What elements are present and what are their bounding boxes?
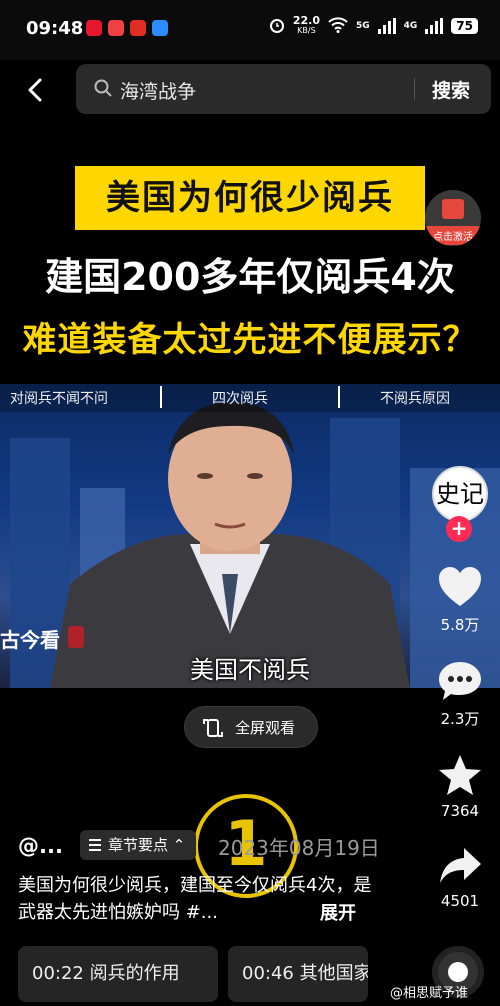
chapters-button-label: 章节要点 xyxy=(108,836,169,854)
signal-5g-icon xyxy=(377,18,396,34)
battery-indicator: 75 xyxy=(451,18,478,34)
share-button[interactable]: 4501 xyxy=(420,846,500,910)
video-watermark: 古今看 xyxy=(0,628,60,652)
like-count: 5.8万 xyxy=(440,616,480,634)
search-input[interactable]: 海湾战争 xyxy=(120,77,196,104)
alarm-icon xyxy=(269,17,285,36)
status-right: 22.0 KB/S 5G 4G 75 xyxy=(269,15,478,36)
status-bar: 09:48 22.0 KB/S 5G 4G 75 xyxy=(0,0,500,60)
search-button[interactable]: 搜索 xyxy=(432,76,470,103)
like-button[interactable]: 5.8万 xyxy=(420,566,500,635)
chapter-tab[interactable]: 对阅兵不闻不问 xyxy=(10,388,108,408)
speaker-figure xyxy=(50,402,410,688)
status-time: 09:48 xyxy=(26,18,84,39)
favorite-button[interactable]: 7364 xyxy=(420,754,500,820)
fullscreen-button[interactable]: 全屏观看 xyxy=(184,706,318,748)
search-divider xyxy=(414,78,415,100)
network-speed-unit: KB/S xyxy=(297,26,316,35)
favorite-count: 7364 xyxy=(440,802,480,820)
chapter-tabs-bar: 对阅兵不闻不问 四次阅兵 不阅兵原因 xyxy=(0,384,500,412)
comment-icon xyxy=(437,662,483,706)
author-name[interactable]: @... xyxy=(18,834,63,858)
fullscreen-icon xyxy=(203,718,223,742)
phone-icon xyxy=(152,20,168,36)
promo-label: 点击激活 xyxy=(425,226,481,245)
search-bar[interactable]: 海湾战争 搜索 xyxy=(76,64,491,114)
wifi-icon xyxy=(328,16,348,36)
chapter-tab[interactable]: 不阅兵原因 xyxy=(380,388,450,408)
heart-icon xyxy=(437,567,483,612)
chevron-up-icon: ⌃ xyxy=(172,836,186,854)
chapter-chip[interactable]: 00:22 阅兵的作用 xyxy=(18,946,218,1002)
video-title-banner: 美国为何很少阅兵 xyxy=(75,166,425,230)
share-arrow-icon xyxy=(438,848,482,890)
network-speed: 22.0 KB/S xyxy=(293,15,320,36)
signal-4g-icon xyxy=(425,18,444,34)
post-date: 2023年08月19日 xyxy=(218,836,380,860)
chapter-chip[interactable]: 00:46 其他国家 xyxy=(228,946,368,1002)
promo-activate-button[interactable]: 点击激活 xyxy=(425,190,481,246)
search-icon xyxy=(94,79,112,101)
follow-plus-icon[interactable]: + xyxy=(446,516,472,542)
network-label-5g: 5G xyxy=(355,21,370,31)
chapter-tab[interactable]: 四次阅兵 xyxy=(212,388,268,408)
star-icon xyxy=(438,755,482,800)
back-arrow-icon[interactable] xyxy=(22,76,50,104)
comment-button[interactable]: 2.3万 xyxy=(420,660,500,729)
network-label-4g: 4G xyxy=(403,21,418,31)
share-count: 4501 xyxy=(440,892,480,910)
list-icon xyxy=(89,839,101,851)
red-envelope-icon xyxy=(442,199,464,219)
corner-watermark: @相思赋予谁 xyxy=(390,986,469,1001)
weibo-icon xyxy=(86,20,102,36)
comment-count: 2.3万 xyxy=(440,710,480,728)
toutiao-icon xyxy=(108,20,124,36)
chapters-button[interactable]: 章节要点 ⌃ xyxy=(80,830,196,860)
pinduoduo-icon xyxy=(130,20,146,36)
video-headline: 建国200多年仅阅兵4次 xyxy=(45,255,455,299)
author-avatar[interactable]: 史记 xyxy=(432,466,488,522)
video-subheadline: 难道装备太过先进不便展示？ xyxy=(22,320,478,360)
watermark-seal-icon xyxy=(68,626,84,648)
expand-button[interactable]: 展开 xyxy=(320,899,356,925)
fullscreen-label: 全屏观看 xyxy=(235,719,296,737)
